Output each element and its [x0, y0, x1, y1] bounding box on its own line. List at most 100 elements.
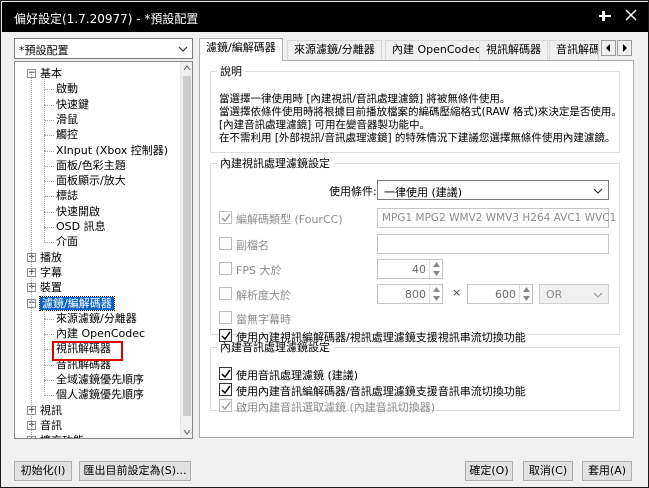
cancel-button[interactable]: 取消(C) [523, 461, 573, 481]
tree-connector [44, 365, 45, 381]
use-condition-value: 一律使用 (建議) [384, 186, 463, 199]
fourcc-field[interactable]: MPG1 MPG2 WMV2 WMV3 H264 AVC1 WVC1 [377, 208, 616, 228]
tree-item[interactable]: 快速開啟 [56, 204, 100, 219]
tree-item-label: 字幕 [40, 265, 62, 279]
tree-connector [44, 135, 54, 137]
tree-item-label: 面板/色彩主題 [56, 158, 126, 172]
tree-connector [44, 334, 45, 350]
ok-button[interactable]: 確定(O) [465, 461, 513, 481]
tree-category[interactable]: 擴充功能 [40, 433, 84, 438]
settings-tree[interactable]: 基本 − 啟動 快速鍵 滑鼠 觸控 XInput (Xbox 控制器) 面板/色彩主題 面板顯示… [14, 61, 193, 439]
fps-stepper[interactable]: 40 [377, 259, 443, 279]
spin-up-icon[interactable] [433, 262, 440, 267]
fourcc-checkbox[interactable] [219, 211, 232, 224]
description-group: 說明 當選擇一律使用時 [內建視訊/音訊處理濾鏡] 將被無條件使用。 當選擇依條… [210, 63, 622, 153]
extension-checkbox[interactable] [219, 237, 232, 250]
resolution-height-stepper[interactable]: 600 [467, 284, 533, 304]
tree-item[interactable]: 觸控 [56, 127, 78, 142]
tab-scroll-left-button[interactable] [601, 40, 616, 56]
tree-connector [44, 89, 54, 91]
tree-item[interactable]: 來源濾鏡/分離器 [56, 311, 137, 326]
fourcc-label: 編解碼類型 (FourCC) [236, 213, 343, 226]
audio-group-legend: 內建音訊處理濾鏡設定 [220, 341, 330, 354]
tree-connector [44, 349, 45, 365]
tree-item[interactable]: 介面 [56, 234, 78, 249]
tree-item[interactable]: OSD 訊息 [56, 219, 106, 234]
times-sign: × [452, 286, 462, 299]
checkmark-icon [221, 213, 231, 223]
use-condition-label: 使用條件: [329, 185, 377, 198]
arrow-left-icon [606, 44, 610, 52]
tree-item-label: 快速鍵 [56, 97, 89, 111]
resolution-width-stepper[interactable]: 800 [377, 284, 443, 304]
spin-down-icon[interactable] [523, 296, 530, 301]
tree-category[interactable]: 裝置 [40, 280, 62, 295]
tree-item[interactable]: 個人濾鏡優先順序 [56, 387, 144, 402]
tree-scrollbar[interactable] [180, 62, 192, 438]
scroll-thumb[interactable] [183, 76, 191, 416]
tab-opencodec[interactable]: 內建 OpenCodec [385, 40, 489, 60]
no-subtitles-checkbox[interactable] [219, 311, 232, 324]
use-condition-dropdown[interactable]: 一律使用 (建議) [377, 180, 609, 200]
tree-item-label: 啟動 [56, 82, 78, 96]
tree-category[interactable]: 播放 [40, 250, 62, 265]
checkmark-icon [221, 385, 231, 395]
scroll-down-icon[interactable] [183, 429, 191, 435]
chevron-down-icon [178, 46, 188, 52]
checkmark-icon [221, 401, 231, 411]
initialize-button[interactable]: 初始化(I) [14, 461, 72, 481]
tree-connector [44, 150, 54, 152]
tree-item[interactable]: 面板顯示/放大 [56, 173, 126, 188]
tab-source-filters[interactable]: 來源濾鏡/分離器 [287, 40, 382, 60]
tree-category[interactable]: 字幕 [40, 265, 62, 280]
tree-category[interactable]: 濾鏡/編解碼器 [39, 295, 115, 311]
tree-item[interactable]: 啟動 [56, 81, 78, 96]
title-bar: 偏好設定(1.7.20977) - *預設配置 [2, 2, 648, 32]
tree-connector [44, 196, 45, 212]
tab-video-decoder[interactable]: 視訊解碼器 [479, 40, 548, 60]
fps-checkbox[interactable] [219, 262, 232, 275]
tree-item[interactable]: 面板/色彩主題 [56, 158, 126, 173]
tree-item-label: 內建 OpenCodec [56, 327, 146, 341]
spin-down-icon[interactable] [433, 296, 440, 301]
tree-connector [44, 227, 54, 228]
tab-audio-decoder[interactable]: 音訊解碼 [549, 40, 599, 60]
export-settings-button[interactable]: 匯出目前設定為(S)... [79, 461, 191, 481]
scroll-up-icon[interactable] [183, 65, 191, 71]
tree-item[interactable]: 滑鼠 [56, 112, 78, 127]
close-icon[interactable] [624, 8, 638, 22]
tree-connector [44, 318, 54, 320]
pin-icon[interactable] [598, 9, 612, 23]
resolution-height-buttons[interactable] [519, 285, 532, 303]
resolution-operator-dropdown[interactable]: OR [539, 284, 609, 304]
extension-field[interactable] [377, 234, 609, 254]
resolution-checkbox[interactable] [219, 287, 232, 300]
spin-down-icon[interactable] [433, 271, 440, 276]
tree-category[interactable]: 音訊 [40, 418, 62, 433]
fps-label: FPS 大於 [236, 264, 282, 277]
fps-stepper-buttons[interactable] [429, 260, 442, 278]
tree-item[interactable]: 標誌 [56, 188, 78, 203]
preset-dropdown[interactable]: *預設配置 [14, 38, 193, 59]
audio-filter-checkbox[interactable] [219, 367, 232, 380]
audio-switcher-checkbox[interactable] [219, 399, 232, 412]
tree-connector [44, 165, 54, 167]
builtin-audio-switch-checkbox[interactable] [219, 383, 232, 396]
spin-up-icon[interactable] [523, 287, 530, 292]
tab-scroll-right-button[interactable] [617, 40, 632, 56]
tab-filters-codecs[interactable]: 濾鏡/編解碼器 [199, 38, 283, 61]
resolution-operator-value: OR [546, 288, 563, 301]
tree-item[interactable]: XInput (Xbox 控制器) [56, 143, 168, 158]
tree-item[interactable]: 快速鍵 [56, 97, 89, 112]
tree-item-label: 全域濾鏡優先順序 [56, 373, 144, 386]
tree-item[interactable]: 內建 OpenCodec [56, 326, 145, 341]
tree-category[interactable]: 視訊 [40, 403, 62, 418]
resolution-width-buttons[interactable] [429, 285, 442, 303]
tree-connector [44, 135, 45, 151]
spin-up-icon[interactable] [433, 287, 440, 292]
apply-button[interactable]: 套用(A) [582, 461, 632, 481]
description-text: 當選擇一律使用時 [內建視訊/音訊處理濾鏡] 將被無條件使用。 當選擇依條件使用… [219, 93, 622, 144]
tree-item[interactable]: 全域濾鏡優先順序 [56, 372, 144, 387]
resolution-width-value: 800 [405, 288, 426, 301]
tree-item-label: 滑鼠 [56, 112, 78, 126]
